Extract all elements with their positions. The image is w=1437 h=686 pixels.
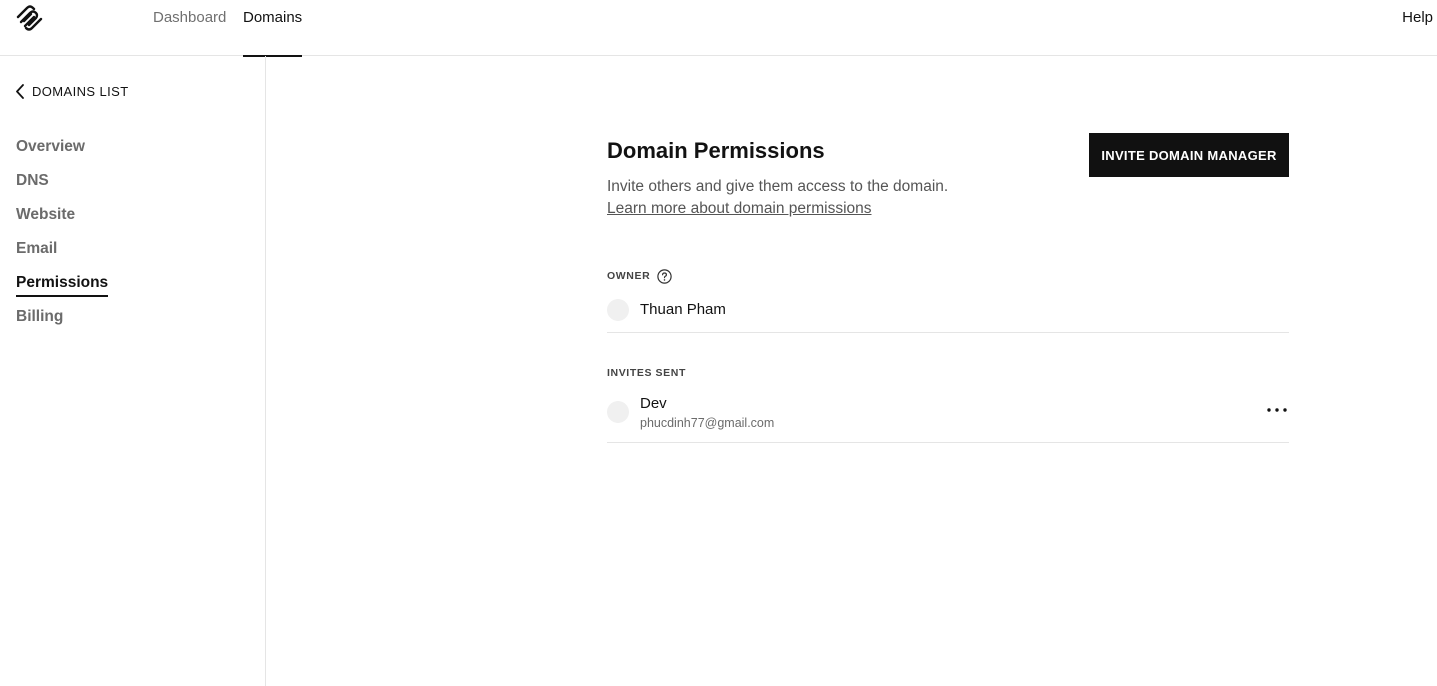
invite-domain-manager-button[interactable]: INVITE DOMAIN MANAGER bbox=[1089, 133, 1289, 177]
back-to-domains-list-link[interactable]: DOMAINS LIST bbox=[15, 83, 129, 99]
invites-sent-section-label: INVITES SENT bbox=[607, 367, 686, 379]
sidebar-item-billing[interactable]: Billing bbox=[16, 308, 63, 326]
divider bbox=[607, 442, 1289, 443]
sidebar-item-overview[interactable]: Overview bbox=[16, 138, 85, 156]
invitee-name: Dev bbox=[640, 395, 667, 412]
sidebar: DOMAINS LIST Overview DNS Website Email … bbox=[0, 56, 266, 686]
owner-name: Thuan Pham bbox=[640, 301, 726, 318]
help-link[interactable]: Help bbox=[1402, 0, 1433, 35]
page-subtitle: Invite others and give them access to th… bbox=[607, 178, 949, 195]
owner-section-label: OWNER bbox=[607, 270, 651, 282]
learn-more-link[interactable]: Learn more about domain permissions bbox=[607, 200, 872, 218]
tab-dashboard[interactable]: Dashboard bbox=[153, 0, 226, 56]
sidebar-item-dns[interactable]: DNS bbox=[16, 172, 49, 190]
page-title: Domain Permissions bbox=[607, 138, 825, 163]
avatar bbox=[607, 299, 629, 321]
back-link-label: DOMAINS LIST bbox=[32, 83, 129, 99]
sidebar-item-website[interactable]: Website bbox=[16, 206, 75, 224]
top-navigation-bar: Dashboard Domains Help bbox=[0, 0, 1437, 57]
sidebar-item-permissions[interactable]: Permissions bbox=[16, 274, 109, 297]
chevron-left-icon bbox=[16, 84, 24, 99]
sidebar-item-email[interactable]: Email bbox=[16, 240, 57, 258]
more-horizontal-icon[interactable] bbox=[1264, 398, 1290, 422]
question-circle-icon[interactable] bbox=[657, 269, 672, 284]
squarespace-logo-icon[interactable] bbox=[15, 5, 45, 31]
invitee-email: phucdinh77@gmail.com bbox=[640, 416, 775, 430]
tab-domains[interactable]: Domains bbox=[243, 0, 303, 57]
avatar bbox=[607, 401, 629, 423]
divider bbox=[607, 332, 1289, 333]
